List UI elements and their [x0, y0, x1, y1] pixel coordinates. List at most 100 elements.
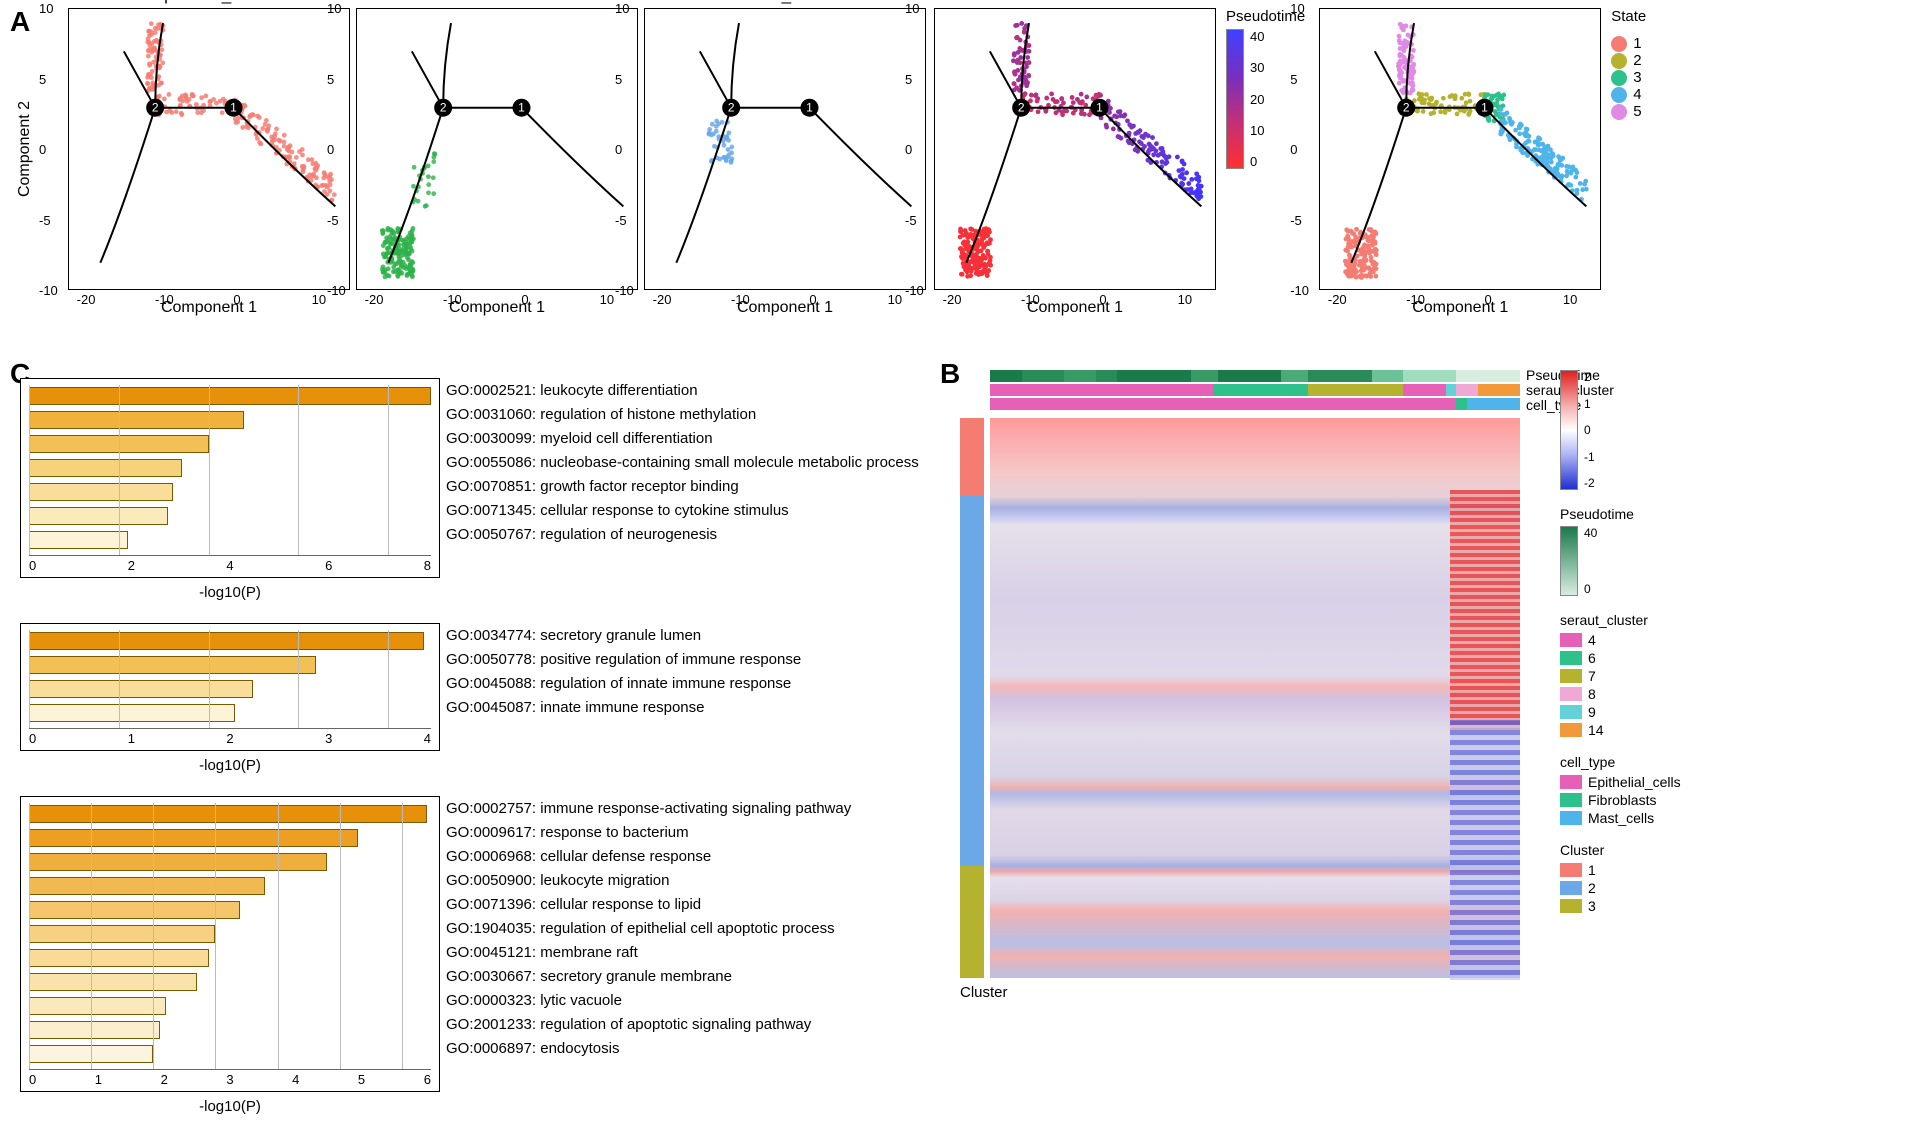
legend-label: 5 [1633, 103, 1641, 120]
annot-segment [1281, 370, 1308, 382]
legend-label: 3 [1588, 898, 1596, 914]
x-tick: 0 [1485, 292, 1492, 307]
legend-swatch [1611, 53, 1627, 69]
go-bar-row [29, 481, 431, 503]
state-legend: State 12345 [1605, 8, 1652, 120]
annot-segment [1456, 370, 1520, 382]
trajectory-celltype-plot: Epithelial_cells1 2Component 1-20-10010-… [68, 8, 350, 290]
heatmap-legends: 210-1-2 Pseudotime 40 0 seraut_cluster 4… [1560, 370, 1860, 930]
legend-tick: 1 [1584, 397, 1595, 411]
annot-segment [1064, 370, 1096, 382]
legend-label: Mast_cells [1588, 810, 1654, 826]
legend-swatch [1560, 651, 1582, 665]
legend-item: 3 [1611, 69, 1646, 86]
go-bar-row [29, 505, 431, 527]
y-tick: 5 [905, 72, 912, 87]
go-term-label: GO:0000323: lytic vacuole [446, 990, 851, 1012]
x-tick: 0 [521, 292, 528, 307]
bar-x-tick: 0 [29, 731, 36, 746]
legend-item: 14 [1560, 722, 1860, 738]
x-axis-label: Component 1 [161, 299, 257, 317]
go-bar [29, 925, 215, 943]
annot-segment [1467, 398, 1520, 410]
bar-x-tick: 4 [424, 731, 431, 746]
y-tick: -5 [905, 213, 917, 228]
bar-x-label: -log10(P) [20, 757, 440, 774]
x-tick: -20 [943, 292, 962, 307]
annot-segment [1308, 384, 1403, 396]
pseudotime-tick: 10 [1250, 123, 1264, 138]
legend-label: 3 [1633, 69, 1641, 86]
y-tick: 0 [39, 142, 46, 157]
heatmap-body [990, 418, 1520, 978]
y-tick: -5 [1290, 213, 1302, 228]
legend-swatch [1560, 881, 1582, 895]
go-term-label: GO:2001233: regulation of apoptotic sign… [446, 1014, 851, 1036]
x-tick: -20 [77, 292, 96, 307]
legend-swatch [1611, 87, 1627, 103]
legend-tick: 2 [1584, 370, 1595, 384]
y-tick: 5 [327, 72, 334, 87]
go-bargroup: 0123456GO:0002757: immune response-activ… [20, 796, 900, 1115]
y-tick: -5 [327, 213, 339, 228]
go-bar [29, 997, 166, 1015]
annot-segment [1213, 384, 1308, 396]
go-bar [29, 805, 427, 823]
annot-segment [990, 384, 1213, 396]
expression-legend: 210-1-2 [1560, 370, 1860, 490]
legend-item: 9 [1560, 704, 1860, 720]
go-bar [29, 507, 168, 525]
svg-text:1: 1 [230, 101, 237, 115]
legend-item: 7 [1560, 668, 1860, 684]
go-term-label: GO:0071396: cellular response to lipid [446, 894, 851, 916]
bar-x-tick: 2 [161, 1072, 168, 1087]
legend-label: 9 [1588, 704, 1596, 720]
legend-label: 4 [1588, 632, 1596, 648]
heatmap-row-cluster-bar [960, 418, 984, 978]
svg-text:2: 2 [152, 101, 159, 115]
go-bar [29, 1021, 160, 1039]
go-bar-row [29, 1043, 431, 1065]
heatmap: Pseudotime seraut_cluster cell_type Clus… [960, 370, 1520, 990]
bar-x-tick: 4 [226, 558, 233, 573]
legend-item: 4 [1611, 86, 1646, 103]
go-term-label: GO:0006968: cellular defense response [446, 846, 851, 868]
plot-title: Mast_cells [745, 0, 825, 5]
annot-segment [1308, 370, 1372, 382]
annot-segment [1096, 370, 1117, 382]
pseudotime-tick: 0 [1250, 154, 1264, 169]
go-bar [29, 877, 265, 895]
panel-b-label: B [940, 358, 960, 390]
go-bar-row [29, 923, 431, 945]
go-bar-row [29, 702, 431, 724]
cluster-segment [960, 418, 984, 496]
annot-pseudotime-row [990, 370, 1520, 382]
go-term-label: GO:0031060: regulation of histone methyl… [446, 404, 919, 426]
svg-text:1: 1 [1481, 101, 1488, 115]
x-tick: -10 [443, 292, 462, 307]
legend-tick: 0 [1584, 582, 1597, 596]
x-tick: 10 [1178, 292, 1192, 307]
go-term-label: GO:0030099: myeloid cell differentiation [446, 428, 919, 450]
go-bargroup: 01234GO:0034774: secretory granule lumen… [20, 623, 900, 774]
legend-swatch [1611, 36, 1627, 52]
go-bar-row [29, 995, 431, 1017]
legend-swatch [1560, 633, 1582, 647]
x-tick: 10 [888, 292, 902, 307]
go-bar [29, 656, 316, 674]
pseudotime-legend-b: Pseudotime 40 0 [1560, 506, 1860, 596]
legend-label: Epithelial_cells [1588, 774, 1681, 790]
annot-segment [1456, 398, 1467, 410]
x-tick: 10 [1563, 292, 1577, 307]
bar-x-tick: 0 [29, 558, 36, 573]
x-tick: 0 [233, 292, 240, 307]
legend-item: Fibroblasts [1560, 792, 1860, 808]
go-bar-row [29, 803, 431, 825]
go-term-label: GO:0071345: cellular response to cytokin… [446, 500, 919, 522]
pseudotime-tick: 20 [1250, 92, 1264, 107]
go-bar-row [29, 529, 431, 551]
svg-text:1: 1 [1096, 101, 1103, 115]
svg-text:1: 1 [518, 101, 525, 115]
cluster-segment [960, 496, 984, 866]
bar-x-tick: 2 [128, 558, 135, 573]
